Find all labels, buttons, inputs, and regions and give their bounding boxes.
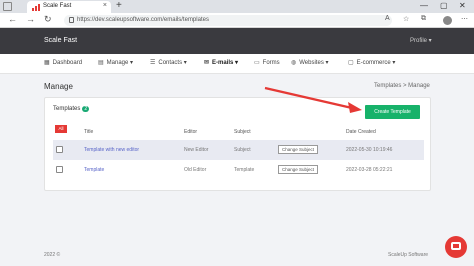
scale-fast-favicon-icon bbox=[32, 4, 40, 11]
brand-name[interactable]: Scale Fast bbox=[44, 37, 77, 44]
main-nav: ▦ Dashboard ▤ Manage ▾ ☰ Contacts ▾ ✉ E-mail… bbox=[0, 54, 474, 74]
new-tab-icon[interactable]: + bbox=[116, 0, 122, 11]
nav-forms[interactable]: ▭ Forms bbox=[254, 59, 280, 66]
editor-cell: Old Editor bbox=[184, 167, 207, 173]
nav-label: Dashboard bbox=[52, 60, 83, 66]
column-header-subject: Subject bbox=[234, 129, 251, 135]
footer-copyright: 2022 © bbox=[44, 252, 61, 258]
nav-label: Websites ▾ bbox=[299, 60, 329, 66]
date-cell: 2022-05-30 10:19:46 bbox=[346, 147, 393, 153]
column-header-date: Date Created bbox=[346, 129, 376, 135]
tab-title: Scale Fast bbox=[43, 3, 72, 9]
mail-icon: ✉ bbox=[204, 60, 210, 66]
nav-label: Manage ▾ bbox=[106, 60, 134, 66]
nav-contacts[interactable]: ☰ Contacts ▾ bbox=[150, 59, 187, 66]
forms-icon: ▭ bbox=[254, 60, 260, 66]
dashboard-icon: ▦ bbox=[44, 60, 50, 66]
nav-websites[interactable]: ◍ Websites ▾ bbox=[291, 59, 329, 66]
forward-icon[interactable]: → bbox=[26, 14, 35, 24]
change-subject-button[interactable]: Change Subject bbox=[278, 145, 318, 154]
editor-cell: New Editor bbox=[184, 147, 209, 153]
nav-emails[interactable]: ✉ E-mails ▾ bbox=[204, 59, 238, 66]
column-header-editor: Editor bbox=[184, 129, 198, 135]
url-text: https://dev.scaleupsoftware.com/emails/t… bbox=[77, 17, 209, 23]
table-row: Template Old Editor Template Change Subj… bbox=[53, 160, 424, 180]
close-window-icon[interactable]: ✕ bbox=[459, 1, 466, 10]
contacts-icon: ☰ bbox=[150, 60, 156, 66]
subject-cell: Template bbox=[234, 167, 255, 173]
card-title: Templates 2 bbox=[53, 106, 90, 112]
window-menu-icon[interactable] bbox=[3, 2, 12, 11]
nav-label: E-mails ▾ bbox=[212, 60, 239, 66]
card-title-text: Templates bbox=[53, 106, 81, 112]
breadcrumb[interactable]: Templates > Manage bbox=[374, 83, 430, 89]
table-row: Template with new editor New Editor Subj… bbox=[53, 140, 424, 160]
chat-widget-button[interactable] bbox=[445, 236, 467, 258]
select-all-button[interactable]: All bbox=[55, 125, 67, 133]
count-badge: 2 bbox=[82, 106, 90, 112]
ecommerce-icon: ▢ bbox=[348, 60, 354, 66]
templates-card: Templates 2 Create Template All Title Edi… bbox=[44, 97, 431, 191]
lock-icon bbox=[69, 17, 74, 23]
address-bar[interactable]: https://dev.scaleupsoftware.com/emails/t… bbox=[64, 15, 392, 26]
bookmark-icon[interactable]: ☆ bbox=[403, 15, 409, 23]
date-cell: 2022-03-28 05:22:21 bbox=[346, 167, 393, 173]
column-header-title: Title bbox=[84, 129, 94, 135]
template-title-link[interactable]: Template with new editor bbox=[84, 147, 139, 153]
nav-ecommerce[interactable]: ▢ E-commerce ▾ bbox=[348, 59, 395, 66]
nav-manage[interactable]: ▤ Manage ▾ bbox=[98, 59, 133, 66]
reload-icon[interactable]: ↻ bbox=[44, 14, 52, 25]
browser-tabstrip: Scale Fast × + — ▢ ✕ bbox=[0, 0, 474, 13]
collections-icon[interactable]: ⧉ bbox=[421, 15, 426, 23]
nav-label: E-commerce ▾ bbox=[356, 60, 396, 66]
back-icon[interactable]: ← bbox=[8, 14, 17, 24]
maximize-icon[interactable]: ▢ bbox=[440, 1, 448, 10]
profile-menu[interactable]: Profile ▾ bbox=[410, 37, 432, 44]
nav-dashboard[interactable]: ▦ Dashboard bbox=[44, 59, 82, 66]
subject-cell: Subject bbox=[234, 147, 251, 153]
nav-label: Forms bbox=[262, 60, 280, 66]
row-checkbox[interactable] bbox=[56, 146, 63, 153]
browser-profile-icon[interactable] bbox=[443, 16, 452, 25]
chat-icon bbox=[451, 242, 461, 250]
nav-label: Contacts ▾ bbox=[158, 60, 187, 66]
browser-tab[interactable]: Scale Fast × bbox=[27, 1, 111, 13]
change-subject-button[interactable]: Change Subject bbox=[278, 165, 318, 174]
translate-icon[interactable]: A bbox=[385, 15, 390, 22]
template-title-link[interactable]: Template bbox=[84, 167, 104, 173]
create-template-button[interactable]: Create Template bbox=[365, 105, 420, 119]
page-title: Manage bbox=[44, 82, 73, 91]
manage-icon: ▤ bbox=[98, 60, 104, 66]
more-icon[interactable]: ⋯ bbox=[461, 15, 468, 23]
row-checkbox[interactable] bbox=[56, 166, 63, 173]
globe-icon: ◍ bbox=[291, 60, 297, 66]
minimize-icon[interactable]: — bbox=[420, 1, 428, 10]
tab-close-icon[interactable]: × bbox=[103, 2, 107, 9]
footer-company: ScaleUp Software bbox=[388, 252, 429, 258]
browser-toolbar: ← → ↻ https://dev.scaleupsoftware.com/em… bbox=[0, 13, 474, 28]
app-header: Scale Fast Profile ▾ bbox=[0, 28, 474, 54]
